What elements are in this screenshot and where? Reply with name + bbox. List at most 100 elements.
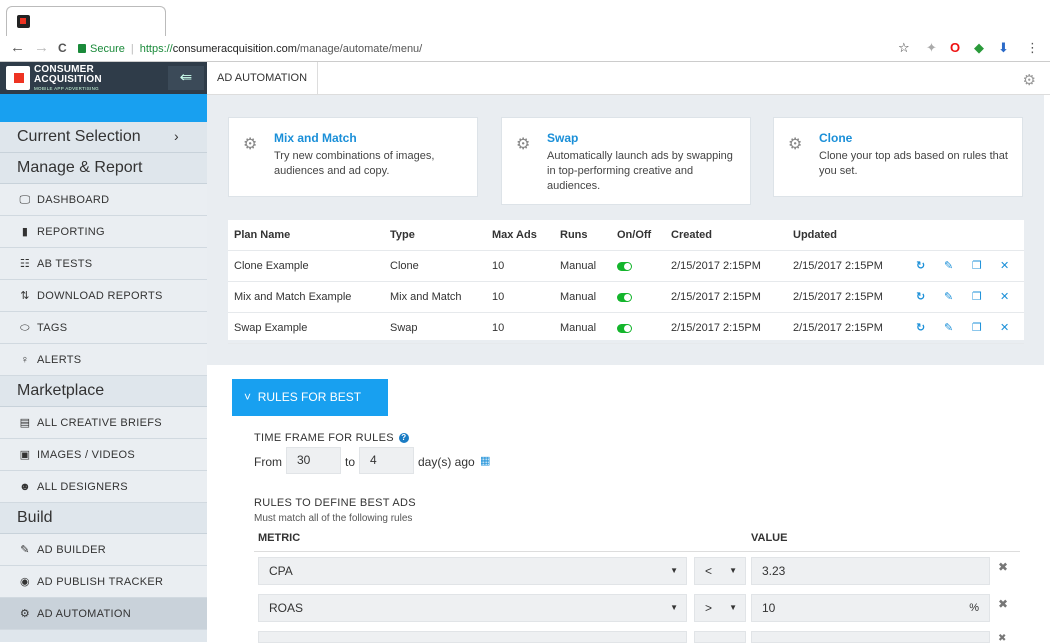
- edit-icon[interactable]: ✎: [944, 251, 953, 281]
- card-title[interactable]: Mix and Match: [274, 131, 357, 145]
- settings-gear-icon[interactable]: ⚙: [1023, 71, 1036, 89]
- value-input[interactable]: 3.23: [751, 557, 990, 585]
- metric-select[interactable]: CPA ▼: [258, 557, 687, 585]
- on-off-toggle[interactable]: [617, 292, 632, 302]
- sidebar-item-download-reports[interactable]: ⇅ DOWNLOAD REPORTS: [0, 280, 207, 312]
- card-title[interactable]: Swap: [547, 131, 578, 145]
- page-header: AD AUTOMATION ⚙: [207, 62, 1050, 95]
- sidebar-item-ad-publish-tracker[interactable]: ◉ AD PUBLISH TRACKER: [0, 566, 207, 598]
- metric-select[interactable]: [258, 631, 687, 643]
- sidebar-item-label: AB TESTS: [37, 258, 93, 270]
- back-button[interactable]: ←: [10, 40, 25, 56]
- cell-updated: 2/15/2017 2:15PM: [793, 260, 883, 272]
- sidebar-item-label: DOWNLOAD REPORTS: [37, 290, 163, 302]
- delete-icon[interactable]: ✕: [1000, 282, 1009, 312]
- cell-created: 2/15/2017 2:15PM: [671, 291, 761, 303]
- download-extension-icon[interactable]: ⬇: [998, 40, 1009, 56]
- tag-icon: ⬭: [20, 322, 30, 334]
- operator-select[interactable]: > ▼: [694, 594, 746, 622]
- browser-menu-icon[interactable]: ⋮: [1026, 40, 1039, 56]
- help-icon[interactable]: ?: [398, 433, 409, 443]
- copy-icon[interactable]: ❐: [972, 313, 982, 343]
- value-input[interactable]: 10%: [751, 594, 990, 622]
- value-input[interactable]: [751, 631, 990, 643]
- refresh-icon[interactable]: ↻: [916, 282, 925, 312]
- on-off-toggle[interactable]: [617, 261, 632, 271]
- sidebar-item-label: AD AUTOMATION: [37, 608, 131, 620]
- cell-runs: Manual: [560, 260, 597, 272]
- card-description: Automatically launch ads by swapping in …: [547, 150, 733, 192]
- cell-type: Clone: [390, 260, 419, 272]
- cell-updated: 2/15/2017 2:15PM: [793, 291, 883, 303]
- card-mix-and-match[interactable]: ⚙ Mix and Match Try new combinations of …: [228, 117, 478, 197]
- table-row: Swap Example Swap 10 Manual 2/15/2017 2:15PM…: [228, 313, 1024, 344]
- reload-button[interactable]: C: [58, 40, 67, 56]
- opera-extension-icon[interactable]: O: [950, 40, 960, 56]
- cell-created: 2/15/2017 2:15PM: [671, 260, 761, 272]
- remove-rule-icon[interactable]: ✖: [998, 560, 1008, 574]
- edit-icon[interactable]: ✎: [944, 282, 953, 312]
- browser-tab[interactable]: [6, 6, 166, 36]
- card-description: Clone your top ads based on rules that y…: [819, 150, 1008, 177]
- to-days-input[interactable]: 4: [359, 447, 414, 474]
- cell-max-ads: 10: [492, 260, 505, 272]
- cell-max-ads: 10: [492, 322, 505, 334]
- operator-value: <: [705, 564, 713, 578]
- bookmark-star-icon[interactable]: ☆: [898, 40, 910, 56]
- favicon-icon: [17, 15, 30, 28]
- sidebar-item-dashboard[interactable]: 🖵 DASHBOARD: [0, 184, 207, 216]
- users-icon: ☻: [19, 481, 31, 493]
- sidebar-item-all-creative-briefs[interactable]: ▤ ALL CREATIVE BRIEFS: [0, 407, 207, 439]
- refresh-icon[interactable]: ↻: [916, 313, 925, 343]
- cell-updated: 2/15/2017 2:15PM: [793, 322, 883, 334]
- sidebar-item-label: AD BUILDER: [37, 544, 107, 556]
- url-host: consumeracquisition.com: [172, 43, 297, 55]
- sidebar-item-alerts[interactable]: ♀ ALERTS: [0, 344, 207, 376]
- operator-select[interactable]: < ▼: [694, 557, 746, 585]
- header-plan-name: Plan Name: [234, 229, 291, 241]
- card-swap[interactable]: ⚙ Swap Automatically launch ads by swapp…: [501, 117, 751, 205]
- remove-rule-icon[interactable]: ✖: [998, 633, 1006, 644]
- cell-on-off: [617, 282, 632, 312]
- section-manage-report: Manage & Report: [0, 153, 207, 184]
- sidebar-item-tags[interactable]: ⬭ TAGS: [0, 312, 207, 344]
- sidebar-item-images-videos[interactable]: ▣ IMAGES / VIDEOS: [0, 439, 207, 471]
- sidebar-item-ad-automation[interactable]: ⚙ AD AUTOMATION: [0, 598, 207, 630]
- url-input[interactable]: Secure | https://consumeracquisition.com/m…: [78, 39, 916, 59]
- current-selection[interactable]: Current Selection ›: [0, 122, 207, 153]
- metric-select[interactable]: ROAS ▼: [258, 594, 687, 622]
- edit-icon[interactable]: ✎: [944, 313, 953, 343]
- copy-icon[interactable]: ❐: [972, 251, 982, 281]
- header-divider: [254, 551, 1020, 552]
- section-marketplace: Marketplace: [0, 376, 207, 407]
- operator-select[interactable]: [694, 631, 746, 643]
- sidebar-item-ad-builder[interactable]: ✎ AD BUILDER: [0, 534, 207, 566]
- sidebar-item-all-designers[interactable]: ☻ ALL DESIGNERS: [0, 471, 207, 503]
- from-days-input[interactable]: 30: [286, 447, 341, 474]
- delete-icon[interactable]: ✕: [1000, 251, 1009, 281]
- card-clone[interactable]: ⚙ Clone Clone your top ads based on rule…: [773, 117, 1023, 197]
- remove-rule-icon[interactable]: ✖: [998, 597, 1008, 611]
- sidebar-item-ab-tests[interactable]: ☷ AB TESTS: [0, 248, 207, 280]
- copy-icon[interactable]: ❐: [972, 282, 982, 312]
- menu-toggle-icon[interactable]: ⇚: [168, 66, 204, 90]
- calendar-icon[interactable]: ▦: [480, 454, 490, 467]
- shield-extension-icon[interactable]: ◆: [974, 40, 984, 56]
- value-header: VALUE: [751, 532, 788, 544]
- target-icon: ◉: [20, 576, 30, 588]
- to-label: to: [345, 455, 356, 469]
- dropdown-arrow-icon: ▼: [670, 603, 678, 612]
- dropbox-extension-icon[interactable]: ✦: [926, 40, 937, 56]
- forward-button[interactable]: →: [34, 40, 49, 56]
- sidebar-item-label: REPORTING: [37, 226, 105, 238]
- timeframe-label: TIME FRAME FOR RULES?: [254, 432, 409, 444]
- rules-for-best-ads-button[interactable]: ˅ RULES FOR BEST ADS: [232, 379, 388, 441]
- delete-icon[interactable]: ✕: [1000, 313, 1009, 343]
- refresh-icon[interactable]: ↻: [916, 251, 925, 281]
- sidebar-item-reporting[interactable]: ▮ REPORTING: [0, 216, 207, 248]
- card-title[interactable]: Clone: [819, 131, 852, 145]
- wand-icon: ✎: [20, 544, 30, 556]
- on-off-toggle[interactable]: [617, 323, 632, 333]
- dropdown-arrow-icon: ▼: [670, 566, 678, 575]
- gears-icon: ⚙: [788, 136, 803, 153]
